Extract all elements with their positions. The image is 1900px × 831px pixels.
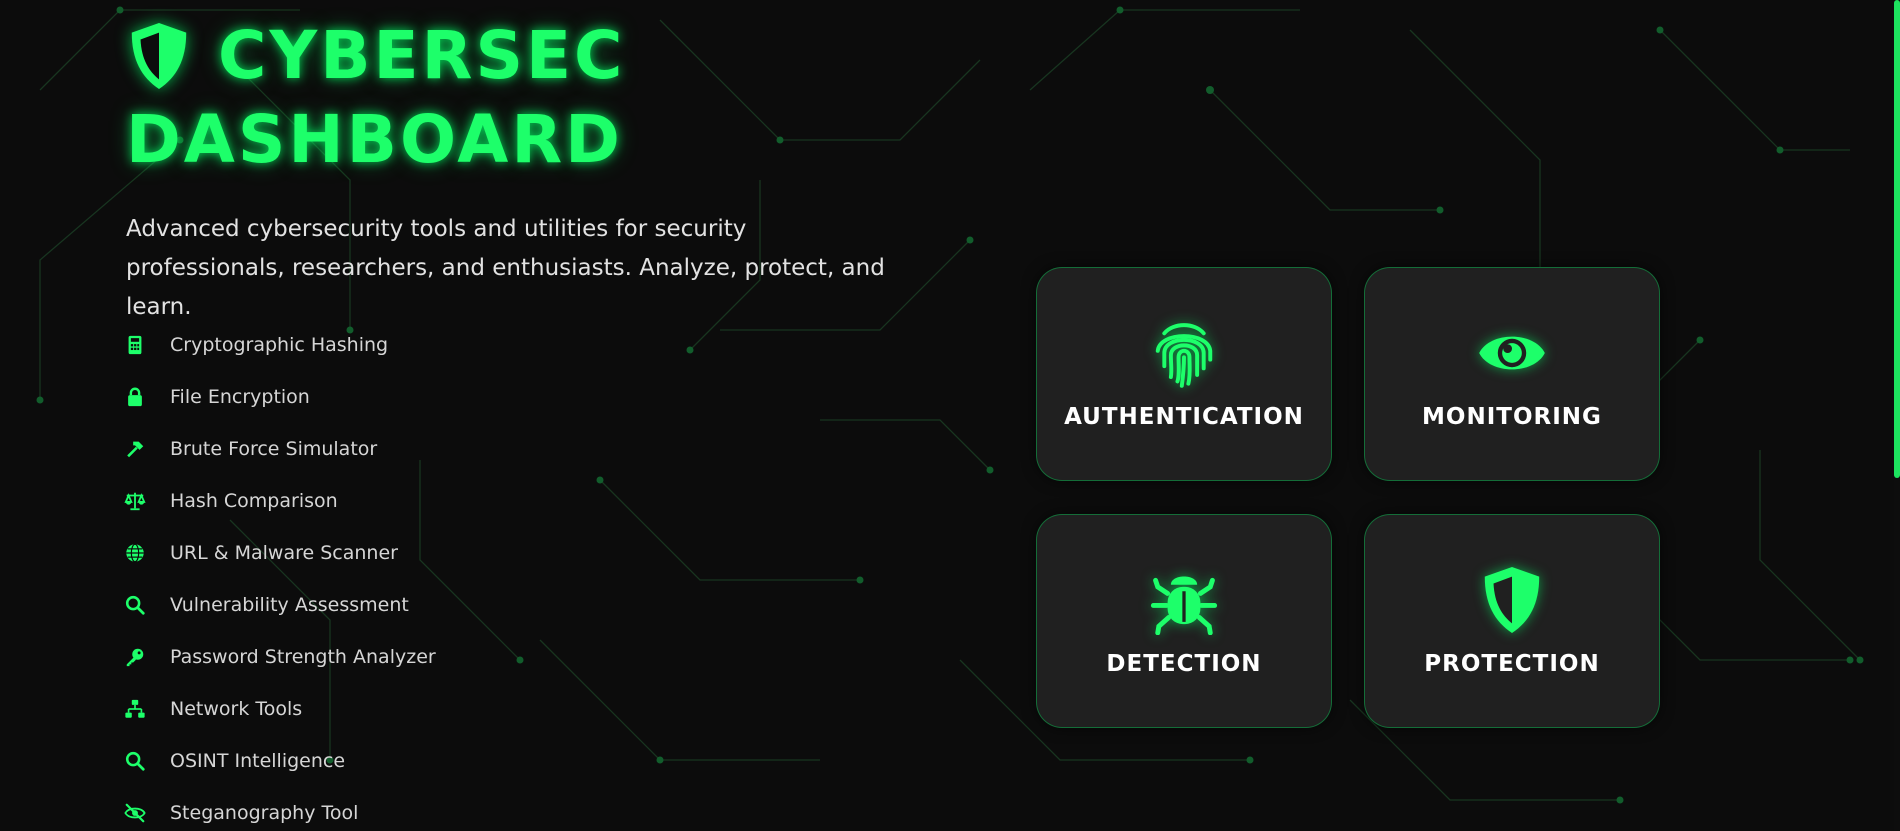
card-monitoring[interactable]: MONITORING: [1364, 267, 1660, 481]
page-scrollbar[interactable]: [1894, 0, 1900, 831]
network-icon: [124, 698, 146, 720]
shield-icon: [1484, 566, 1540, 634]
feature-item-file-encryption[interactable]: File Encryption: [124, 371, 436, 423]
card-label: PROTECTION: [1424, 651, 1600, 677]
feature-label: OSINT Intelligence: [170, 750, 346, 772]
feature-item-url-malware-scanner[interactable]: URL & Malware Scanner: [124, 527, 436, 579]
bug-icon: [1150, 576, 1218, 635]
hero: CYBERSEC DASHBOARD Advanced cybersecurit…: [126, 14, 926, 327]
title-row: CYBERSEC: [126, 14, 926, 98]
card-label: DETECTION: [1106, 651, 1262, 677]
globe-icon: [124, 542, 146, 564]
feature-label: Cryptographic Hashing: [170, 334, 389, 356]
card-protection[interactable]: PROTECTION: [1364, 514, 1660, 728]
feature-item-vulnerability-assessment[interactable]: Vulnerability Assessment: [124, 579, 436, 631]
feature-item-brute-force-simulator[interactable]: Brute Force Simulator: [124, 423, 436, 475]
feature-label: Steganography Tool: [170, 802, 359, 824]
card-label: AUTHENTICATION: [1064, 404, 1304, 430]
page-title-line-2: DASHBOARD: [126, 101, 623, 178]
page-title-line-1: CYBERSEC: [218, 17, 626, 94]
card-authentication[interactable]: AUTHENTICATION: [1036, 267, 1332, 481]
feature-item-password-strength-analyzer[interactable]: Password Strength Analyzer: [124, 631, 436, 683]
search-icon: [124, 750, 146, 772]
category-cards: AUTHENTICATION MONITORING DETECTION PROT…: [1036, 267, 1660, 728]
lock-icon: [124, 386, 146, 408]
feature-item-steganography-tool[interactable]: Steganography Tool: [124, 787, 436, 831]
search-icon: [124, 594, 146, 616]
feature-item-network-tools[interactable]: Network Tools: [124, 683, 436, 735]
card-detection[interactable]: DETECTION: [1036, 514, 1332, 728]
eye-icon: [1479, 336, 1545, 370]
feature-item-osint-intelligence[interactable]: OSINT Intelligence: [124, 735, 436, 787]
feature-item-hash-comparison[interactable]: Hash Comparison: [124, 475, 436, 527]
page: CYBERSEC DASHBOARD Advanced cybersecurit…: [0, 0, 1900, 831]
card-label: MONITORING: [1422, 404, 1602, 430]
feature-label: Network Tools: [170, 698, 303, 720]
feature-label: URL & Malware Scanner: [170, 542, 398, 564]
feature-label: File Encryption: [170, 386, 310, 408]
hammer-icon: [124, 438, 146, 460]
key-icon: [124, 646, 146, 668]
fingerprint-icon: [1155, 323, 1213, 388]
feature-label: Brute Force Simulator: [170, 438, 378, 460]
eye-slash-icon: [124, 802, 146, 824]
feature-label: Vulnerability Assessment: [170, 594, 409, 616]
feature-label: Password Strength Analyzer: [170, 646, 436, 668]
shield-icon: [131, 22, 187, 90]
feature-label: Hash Comparison: [170, 490, 338, 512]
calculator-icon: [124, 334, 146, 356]
feature-item-cryptographic-hashing[interactable]: Cryptographic Hashing: [124, 319, 436, 371]
balance-scale-icon: [124, 490, 146, 512]
hero-subtitle: Advanced cybersecurity tools and utiliti…: [126, 216, 885, 320]
feature-list: Cryptographic Hashing File Encryption Br…: [124, 319, 436, 831]
scrollbar-thumb[interactable]: [1894, 0, 1900, 478]
